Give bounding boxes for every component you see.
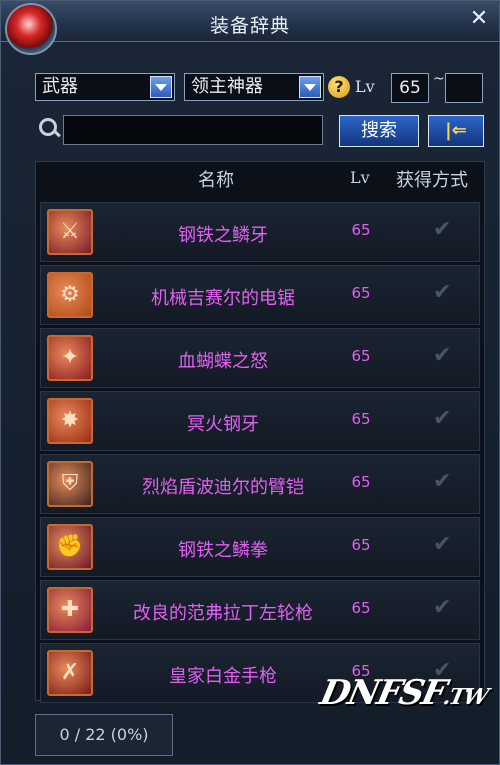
back-arrow-icon: |⇐: [445, 120, 467, 141]
item-name: 钢铁之鳞牙: [178, 225, 268, 246]
item-level: 65: [351, 599, 371, 617]
list-item[interactable]: ⚙ 机械吉赛尔的电锯 65 ✔: [40, 265, 480, 325]
chevron-down-icon[interactable]: [150, 76, 172, 98]
item-list: 名称 Lv 获得方式 ⚔ 钢铁之鳞牙 65 ✔ ⚙ 机械吉赛尔的电锯 65 ✔ ✦ 血蝴蝶之怒 65…: [35, 161, 485, 703]
checkmark-icon: ✔: [433, 469, 452, 494]
collection-status: 0 / 22 (0%): [35, 714, 173, 756]
item-name: 机械吉赛尔的电锯: [151, 288, 295, 309]
item-icon-glyph: ⚙: [60, 282, 80, 307]
gauntlet-icon: ⛨: [47, 461, 93, 507]
watermark-text: DNFSF: [316, 673, 449, 713]
item-level: 65: [351, 410, 371, 428]
window-title: 装备辞典: [209, 15, 290, 37]
item-name: 改良的范弗拉丁左轮枪: [133, 603, 313, 624]
item-level: 65: [351, 473, 371, 491]
header-obtain: 获得方式: [396, 170, 468, 191]
item-icon-glyph: ⛨: [61, 471, 79, 496]
item-icon-glyph: ✸: [60, 408, 80, 433]
list-item[interactable]: ✚ 改良的范弗拉丁左轮枪 65 ✔: [40, 580, 480, 640]
level-min-input[interactable]: 65: [391, 73, 429, 103]
checkmark-icon: ✔: [433, 280, 452, 305]
level-range-separator: ~: [433, 71, 445, 87]
title-bar[interactable]: 装备辞典 ✕: [1, 1, 499, 42]
category-select[interactable]: 武器: [35, 73, 175, 101]
checkmark-icon: ✔: [433, 532, 452, 557]
item-level: 65: [351, 221, 371, 239]
item-icon-glyph: ✊: [56, 534, 84, 559]
pistol-icon: ✗: [47, 650, 93, 696]
list-item[interactable]: ⛨ 烈焰盾波迪尔的臂铠 65 ✔: [40, 454, 480, 514]
item-icon-glyph: ✦: [60, 345, 80, 370]
header-lv: Lv: [350, 168, 370, 187]
header-name: 名称: [198, 170, 234, 191]
level-label: Lv: [355, 77, 375, 96]
emblem-icon: [5, 3, 57, 55]
fist-icon: ✊: [47, 524, 93, 570]
item-icon-glyph: ⚔: [60, 219, 80, 244]
item-name: 烈焰盾波迪尔的臂铠: [142, 477, 304, 498]
checkmark-icon: ✔: [433, 217, 452, 242]
back-button[interactable]: |⇐: [428, 115, 484, 147]
search-button[interactable]: 搜索: [339, 115, 419, 147]
list-item[interactable]: ✸ 冥火钢牙 65 ✔: [40, 391, 480, 451]
checkmark-icon: ✔: [433, 343, 452, 368]
category-select-value: 武器: [42, 76, 78, 97]
item-name: 钢铁之鳞拳: [178, 540, 268, 561]
search-icon: [39, 118, 57, 136]
blade-icon: ✦: [47, 335, 93, 381]
list-item[interactable]: ⚔ 钢铁之鳞牙 65 ✔: [40, 202, 480, 262]
item-name: 冥火钢牙: [187, 414, 259, 435]
level-max-input[interactable]: [445, 73, 483, 103]
checkmark-icon: ✔: [433, 595, 452, 620]
help-icon[interactable]: ?: [328, 76, 350, 98]
item-level: 65: [351, 347, 371, 365]
watermark-logo: DNFSF.TW: [317, 673, 492, 713]
flame-icon: ✸: [47, 398, 93, 444]
search-input[interactable]: [63, 115, 323, 145]
item-icon-glyph: ✗: [60, 660, 80, 685]
equipment-dictionary-window: 装备辞典 ✕ 武器 领主神器 ? Lv 65 ~ 搜索 |⇐ 名称 Lv 获得方…: [0, 0, 500, 765]
subcategory-select-value: 领主神器: [191, 76, 263, 97]
subcategory-select[interactable]: 领主神器: [184, 73, 324, 101]
chainsaw-icon: ⚙: [47, 272, 93, 318]
close-icon[interactable]: ✕: [467, 7, 491, 31]
item-level: 65: [351, 284, 371, 302]
list-item[interactable]: ✊ 钢铁之鳞拳 65 ✔: [40, 517, 480, 577]
item-name: 血蝴蝶之怒: [178, 351, 268, 372]
item-name: 皇家白金手枪: [169, 666, 277, 687]
checkmark-icon: ✔: [433, 406, 452, 431]
list-header: 名称 Lv 获得方式: [36, 162, 484, 194]
list-item[interactable]: ✦ 血蝴蝶之怒 65 ✔: [40, 328, 480, 388]
item-level: 65: [351, 536, 371, 554]
watermark-suffix: .TW: [440, 684, 490, 710]
chevron-down-icon[interactable]: [299, 76, 321, 98]
item-icon-glyph: ✚: [60, 597, 80, 622]
dagger-icon: ⚔: [47, 209, 93, 255]
revolver-icon: ✚: [47, 587, 93, 633]
